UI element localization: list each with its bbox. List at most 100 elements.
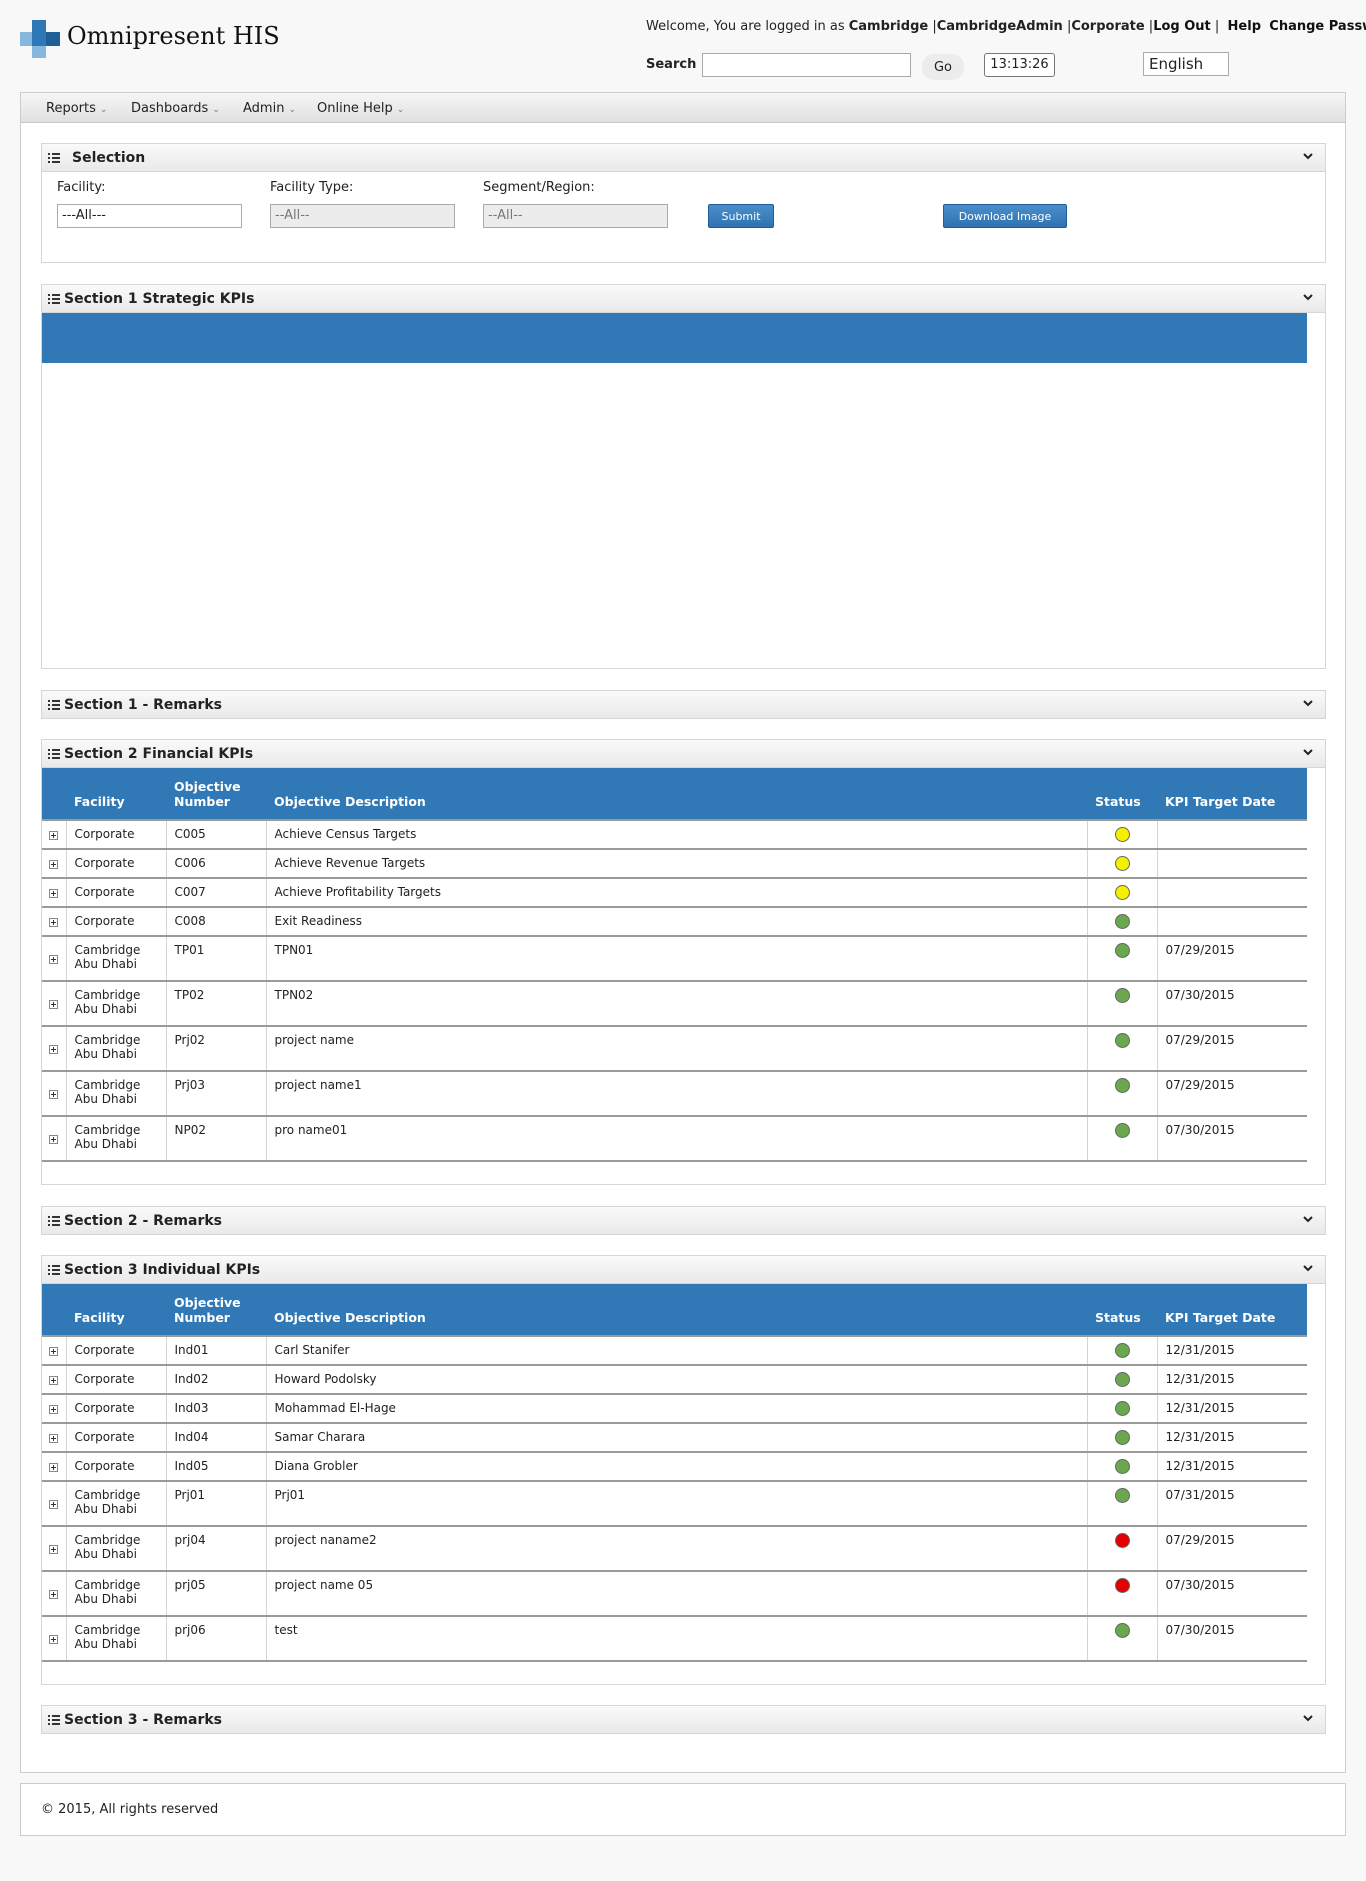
expand-icon[interactable] xyxy=(49,1462,59,1472)
col-status[interactable]: Status xyxy=(1087,1284,1157,1336)
help-link[interactable]: Help xyxy=(1228,19,1261,34)
chevron-down-icon: ⌄ xyxy=(288,105,296,115)
chevron-down-icon[interactable] xyxy=(1303,1214,1313,1224)
expand-icon[interactable] xyxy=(49,830,59,840)
section1-remarks-header[interactable]: Section 1 - Remarks xyxy=(42,691,1325,719)
col-objective-description[interactable]: Objective Description xyxy=(266,768,1087,820)
col-facility[interactable]: Facility xyxy=(66,768,166,820)
expand-icon[interactable] xyxy=(49,1089,59,1099)
search-input[interactable] xyxy=(702,53,911,77)
cell-status xyxy=(1087,1394,1158,1424)
table-row[interactable]: Cambridge Abu Dhabi TP01 TPN01 07/29/2015 xyxy=(42,936,1307,982)
main-content: Reports ⌄ Dashboards ⌄ Admin ⌄ Online Help ⌄… xyxy=(20,92,1346,1773)
col-kpi-target-date[interactable]: KPI Target Date xyxy=(1157,1284,1307,1336)
col-objective-number[interactable]: Objective Number xyxy=(166,1284,266,1336)
facility-type-select[interactable]: --All-- xyxy=(270,204,455,228)
section2-remarks-header[interactable]: Section 2 - Remarks xyxy=(42,1207,1325,1235)
chevron-down-icon[interactable] xyxy=(1303,151,1313,161)
table-row[interactable]: Cambridge Abu Dhabi prj05 project name 05 07… xyxy=(42,1571,1307,1617)
expand-icon[interactable] xyxy=(49,1544,59,1554)
section3-header[interactable]: Section 3 Individual KPIs xyxy=(42,1256,1325,1284)
download-image-button[interactable]: Download Image xyxy=(943,204,1067,228)
expand-icon[interactable] xyxy=(49,1134,59,1144)
nav-online-help[interactable]: Online Help ⌄ xyxy=(317,101,404,116)
section1-header[interactable]: Section 1 Strategic KPIs xyxy=(42,285,1325,313)
expand-icon[interactable] xyxy=(49,1375,59,1385)
chevron-down-icon[interactable] xyxy=(1303,1263,1313,1273)
status-yellow-icon xyxy=(1114,856,1130,871)
table-row[interactable]: Corporate Ind04 Samar Charara 12/31/2015 xyxy=(42,1423,1307,1453)
chevron-down-icon: ⌄ xyxy=(396,105,405,115)
table-row[interactable]: Cambridge Abu Dhabi Prj03 project name1 07/2… xyxy=(42,1071,1307,1117)
financial-kpi-table: Facility Objective Number Objective Descr… xyxy=(42,768,1307,1162)
footer: © 2015, All rights reserved xyxy=(20,1783,1346,1836)
selection-panel: Selection Facility: ---All--- Facility T… xyxy=(41,143,1326,263)
expand-icon[interactable] xyxy=(49,917,59,927)
col-status[interactable]: Status xyxy=(1087,768,1157,820)
table-row[interactable]: Corporate Ind02 Howard Podolsky 12/31/2015 xyxy=(42,1365,1307,1395)
expand-icon[interactable] xyxy=(49,1404,59,1414)
expand-icon[interactable] xyxy=(49,954,59,964)
col-facility[interactable]: Facility xyxy=(66,1284,166,1336)
table-row[interactable]: Cambridge Abu Dhabi Prj01 Prj01 07/31/2015 xyxy=(42,1481,1307,1527)
col-objective-number[interactable]: Objective Number xyxy=(166,768,266,820)
table-row[interactable]: Corporate C006 Achieve Revenue Targets xyxy=(42,849,1307,879)
cell-objective-number: C005 xyxy=(166,819,267,850)
table-row[interactable]: Cambridge Abu Dhabi TP02 TPN02 07/30/2015 xyxy=(42,981,1307,1027)
cell-objective-number: Ind02 xyxy=(166,1365,267,1395)
chevron-down-icon[interactable] xyxy=(1303,747,1313,757)
facility-select[interactable]: ---All--- xyxy=(57,204,242,228)
nav-dashboards[interactable]: Dashboards ⌄ xyxy=(131,101,220,116)
expand-icon[interactable] xyxy=(49,1634,59,1644)
table-row[interactable]: Corporate Ind03 Mohammad El-Hage 12/31/2015 xyxy=(42,1394,1307,1424)
cell-status xyxy=(1087,1423,1158,1453)
logout-link[interactable]: Log Out xyxy=(1153,19,1211,34)
chevron-down-icon[interactable] xyxy=(1303,292,1313,302)
section1-remarks-panel: Section 1 - Remarks xyxy=(41,690,1326,719)
section3-remarks-header[interactable]: Section 3 - Remarks xyxy=(42,1706,1325,1734)
chevron-down-icon[interactable] xyxy=(1303,698,1313,708)
table-row[interactable]: Cambridge Abu Dhabi prj04 project naname2 07… xyxy=(42,1526,1307,1572)
table-row[interactable]: Corporate C008 Exit Readiness xyxy=(42,907,1307,937)
expand-icon[interactable] xyxy=(49,999,59,1009)
cell-status xyxy=(1087,1526,1158,1572)
go-button[interactable]: Go xyxy=(922,54,964,80)
nav-reports[interactable]: Reports ⌄ xyxy=(46,101,107,116)
cell-objective-number: Ind05 xyxy=(166,1452,267,1482)
nav-admin[interactable]: Admin ⌄ xyxy=(243,101,296,116)
cell-objective-number: Ind03 xyxy=(166,1394,267,1424)
expand-icon[interactable] xyxy=(49,1499,59,1509)
user-org: Cambridge xyxy=(848,19,929,34)
language-select[interactable]: English xyxy=(1143,52,1229,76)
expand-icon[interactable] xyxy=(49,1589,59,1599)
submit-button[interactable]: Submit xyxy=(708,204,774,228)
expand-icon[interactable] xyxy=(49,1433,59,1443)
table-row[interactable]: Corporate Ind01 Carl Stanifer 12/31/2015 xyxy=(42,1335,1307,1366)
table-row[interactable]: Corporate Ind05 Diana Grobler 12/31/2015 xyxy=(42,1452,1307,1482)
expand-icon[interactable] xyxy=(49,1044,59,1054)
chevron-down-icon[interactable] xyxy=(1303,1713,1313,1723)
cell-kpi-target-date: 07/29/2015 xyxy=(1157,1526,1307,1572)
segment-region-select[interactable]: --All-- xyxy=(483,204,668,228)
section2-remarks-title: Section 2 - Remarks xyxy=(64,1213,222,1229)
cell-objective-description: Carl Stanifer xyxy=(266,1335,1088,1366)
table-row[interactable]: Cambridge Abu Dhabi Prj02 project name 07/29… xyxy=(42,1026,1307,1072)
table-row[interactable]: Corporate C005 Achieve Census Targets xyxy=(42,819,1307,850)
expand-icon[interactable] xyxy=(49,859,59,869)
section2-header[interactable]: Section 2 Financial KPIs xyxy=(42,740,1325,768)
change-password-link[interactable]: Change Password xyxy=(1269,19,1366,34)
table-row[interactable]: Corporate C007 Achieve Profitability Targe… xyxy=(42,878,1307,908)
status-red-icon xyxy=(1114,1533,1130,1548)
selection-header[interactable]: Selection xyxy=(42,144,1325,172)
cell-objective-description: project name1 xyxy=(266,1071,1088,1117)
expand-cell xyxy=(42,1365,67,1395)
section1-panel: Section 1 Strategic KPIs xyxy=(41,284,1326,669)
col-kpi-target-date[interactable]: KPI Target Date xyxy=(1157,768,1307,820)
expand-cell xyxy=(42,936,67,982)
table-row[interactable]: Cambridge Abu Dhabi NP02 pro name01 07/30/20… xyxy=(42,1116,1307,1162)
expand-icon[interactable] xyxy=(49,1346,59,1356)
cell-objective-number: C007 xyxy=(166,878,267,908)
col-objective-description[interactable]: Objective Description xyxy=(266,1284,1087,1336)
expand-icon[interactable] xyxy=(49,888,59,898)
table-row[interactable]: Cambridge Abu Dhabi prj06 test 07/30/2015 xyxy=(42,1616,1307,1662)
